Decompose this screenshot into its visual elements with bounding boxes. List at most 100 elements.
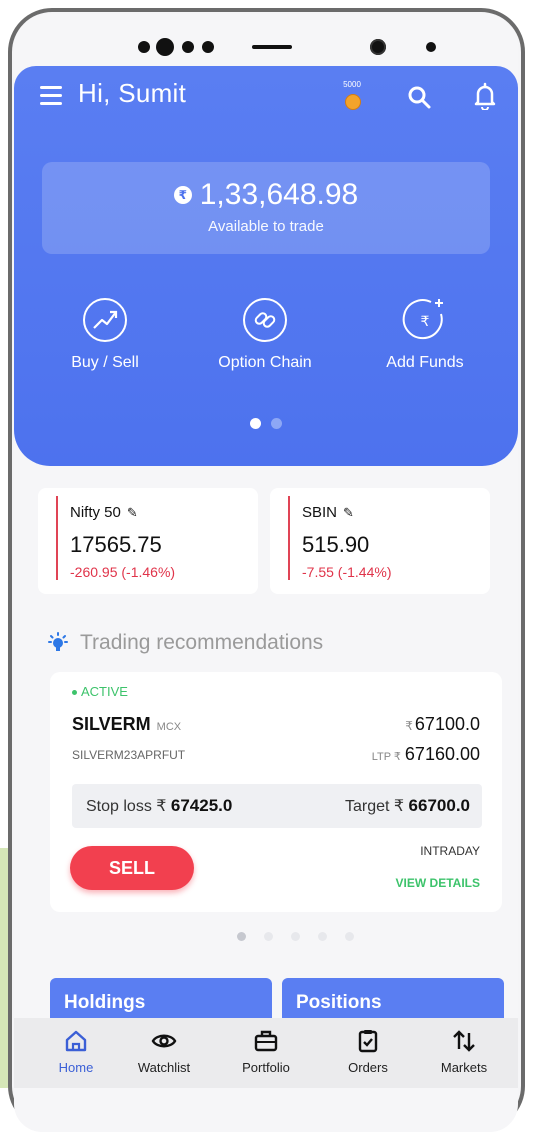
- sell-button[interactable]: SELL: [70, 846, 194, 890]
- bulb-icon: [48, 632, 68, 651]
- speaker-grille: [252, 45, 292, 49]
- target: Target ₹ 66700.0: [345, 796, 470, 816]
- positions-label: Positions: [296, 992, 382, 1013]
- rupee-icon: ₹: [173, 186, 192, 204]
- index-name-row: Nifty 50 ✎: [70, 504, 138, 521]
- index-card-nifty[interactable]: Nifty 50 ✎ 17565.75 -260.95 (-1.46%): [38, 488, 258, 594]
- sensor-dot: [182, 41, 194, 53]
- greeting: Hi, Sumit: [78, 78, 187, 108]
- nav-orders[interactable]: Orders: [328, 1028, 408, 1075]
- exchange: MCX: [156, 721, 182, 733]
- balance-label: Available to trade: [208, 218, 324, 235]
- index-price: 17565.75: [70, 532, 162, 557]
- add-funds-icon: ₹: [402, 299, 443, 340]
- nav-portfolio[interactable]: Portfolio: [226, 1028, 306, 1075]
- sensor-dot: [426, 42, 436, 52]
- sensor-dot: [156, 38, 174, 56]
- stop-loss: Stop loss ₹ 67425.0: [86, 796, 232, 816]
- nav-label: Watchlist: [137, 1060, 191, 1075]
- balance-amount-row: ₹ 1,33,648.98: [42, 178, 490, 212]
- index-name-row: SBIN ✎: [302, 504, 354, 521]
- phone-notch: [14, 32, 518, 62]
- briefcase-icon: [254, 1030, 278, 1052]
- entry-price: 67100.0: [414, 714, 480, 734]
- nav-label: Home: [58, 1060, 94, 1075]
- add-funds-label: Add Funds: [386, 354, 464, 371]
- view-details-link[interactable]: VIEW DETAILS: [396, 876, 480, 890]
- stop-loss-label: Stop loss ₹: [86, 798, 167, 815]
- app-screen: Hi, Sumit 5000 ₹ 1,33,648.98 Available t…: [14, 14, 518, 1132]
- menu-icon[interactable]: [40, 86, 62, 105]
- symbol-row: SILVERM MCX: [72, 714, 181, 735]
- eye-icon: [151, 1034, 177, 1048]
- pager-dot[interactable]: [317, 932, 327, 941]
- target-label: Target ₹: [345, 798, 405, 815]
- status-badge: ACTIVE: [72, 684, 128, 699]
- edit-icon[interactable]: ✎: [127, 505, 138, 520]
- edit-icon[interactable]: ✎: [343, 505, 354, 520]
- buy-sell-label: Buy / Sell: [71, 354, 139, 371]
- home-icon: [65, 1030, 87, 1052]
- recommendation-pager: [14, 928, 518, 946]
- index-name: Nifty 50: [70, 504, 121, 521]
- front-camera: [370, 39, 386, 55]
- carousel-pager: [14, 416, 518, 434]
- pager-dot-active[interactable]: [236, 932, 246, 941]
- trend-up-icon: [83, 298, 127, 342]
- nav-label: Portfolio: [242, 1060, 290, 1075]
- nav-label: Orders: [348, 1060, 388, 1075]
- index-card-sbin[interactable]: SBIN ✎ 515.90 -7.55 (-1.44%): [270, 488, 490, 594]
- coins-count: 5000: [343, 80, 361, 89]
- stop-loss-value: 67425.0: [170, 796, 233, 815]
- sensor-dot: [202, 41, 214, 53]
- quick-actions: Buy / Sell Option Chain ₹ Add Funds: [14, 296, 518, 376]
- coin-icon: [345, 94, 361, 110]
- link-icon: [243, 298, 287, 342]
- stop-target-box: Stop loss ₹ 67425.0 Target ₹ 66700.0: [72, 784, 482, 828]
- balance-amount: 1,33,648.98: [199, 178, 359, 211]
- symbol: SILVERM: [72, 714, 151, 734]
- svg-text:₹: ₹: [421, 314, 430, 330]
- pager-dot[interactable]: [263, 932, 273, 941]
- nav-watchlist[interactable]: Watchlist: [124, 1028, 204, 1075]
- ltp-label: LTP ₹: [371, 751, 401, 763]
- sensor-dot: [138, 41, 150, 53]
- entry-price-row: ₹67100.0: [405, 714, 480, 735]
- option-chain-label: Option Chain: [218, 354, 312, 371]
- index-bar: [56, 496, 58, 580]
- recommendation-card[interactable]: ACTIVE SILVERM MCX ₹67100.0 SILVERM23APRF…: [50, 672, 502, 912]
- recommendations-title: Trading recommendations: [80, 631, 324, 654]
- add-funds-button[interactable]: ₹ Add Funds: [350, 296, 500, 372]
- holdings-label: Holdings: [64, 992, 146, 1013]
- buy-sell-button[interactable]: Buy / Sell: [30, 296, 180, 372]
- ltp-row: LTP ₹67160.00: [372, 744, 480, 765]
- pager-dot[interactable]: [290, 932, 300, 941]
- nav-home[interactable]: Home: [36, 1028, 116, 1075]
- pager-dot[interactable]: [344, 932, 354, 941]
- status-text: ACTIVE: [81, 684, 128, 699]
- ltp-value: 67160.00: [404, 744, 480, 764]
- balance-card[interactable]: ₹ 1,33,648.98 Available to trade: [42, 162, 490, 254]
- pager-dot[interactable]: [271, 418, 282, 429]
- price-currency: ₹: [405, 719, 413, 733]
- bell-icon[interactable]: [472, 82, 498, 110]
- pager-dot-active[interactable]: [250, 418, 261, 429]
- header-panel: Hi, Sumit 5000 ₹ 1,33,648.98 Available t…: [14, 66, 518, 466]
- index-change: -260.95 (-1.46%): [70, 564, 176, 580]
- recommendations-heading: Trading recommendations: [46, 631, 323, 655]
- index-bar: [288, 496, 290, 580]
- contract-name: SILVERM23APRFUT: [72, 748, 186, 762]
- coins-badge[interactable]: 5000: [338, 80, 366, 114]
- nav-label: Markets: [440, 1060, 488, 1075]
- index-price: 515.90: [302, 532, 370, 557]
- index-change: -7.55 (-1.44%): [302, 564, 392, 580]
- up-down-arrows-icon: [453, 1030, 475, 1052]
- search-icon[interactable]: [406, 84, 432, 110]
- index-name: SBIN: [302, 504, 338, 521]
- option-chain-button[interactable]: Option Chain: [190, 296, 340, 372]
- product-type: INTRADAY: [420, 844, 480, 858]
- nav-markets[interactable]: Markets: [424, 1028, 504, 1075]
- target-value: 66700.0: [408, 796, 470, 815]
- bottom-nav: Home Watchlist Portfolio Orders Markets: [14, 1018, 518, 1088]
- clipboard-check-icon: [358, 1030, 378, 1053]
